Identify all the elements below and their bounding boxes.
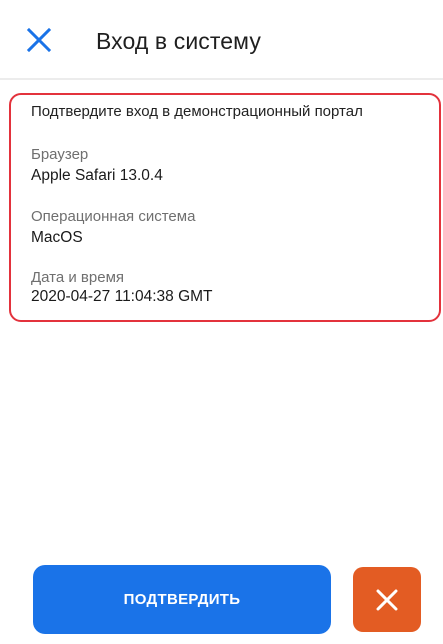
reject-button[interactable] — [353, 567, 421, 632]
confirm-heading: Подтвердите вход в демонстрационный порт… — [31, 103, 363, 120]
close-button[interactable] — [24, 25, 54, 55]
app-header: Вход в систему — [0, 0, 443, 80]
confirm-button[interactable]: ПОДТВЕРДИТЬ — [33, 565, 331, 634]
close-icon — [26, 27, 52, 53]
os-value: MacOS — [31, 229, 83, 246]
browser-value: Apple Safari 13.0.4 — [31, 167, 163, 184]
close-icon — [376, 589, 398, 610]
confirm-button-label: ПОДТВЕРДИТЬ — [123, 591, 241, 608]
browser-label: Браузер — [31, 146, 89, 163]
datetime-label: Дата и время — [31, 269, 125, 286]
os-label: Операционная система — [31, 208, 196, 225]
page-title: Вход в систему — [96, 28, 261, 54]
datetime-value: 2020-04-27 11:04:38 GMT — [31, 288, 213, 305]
